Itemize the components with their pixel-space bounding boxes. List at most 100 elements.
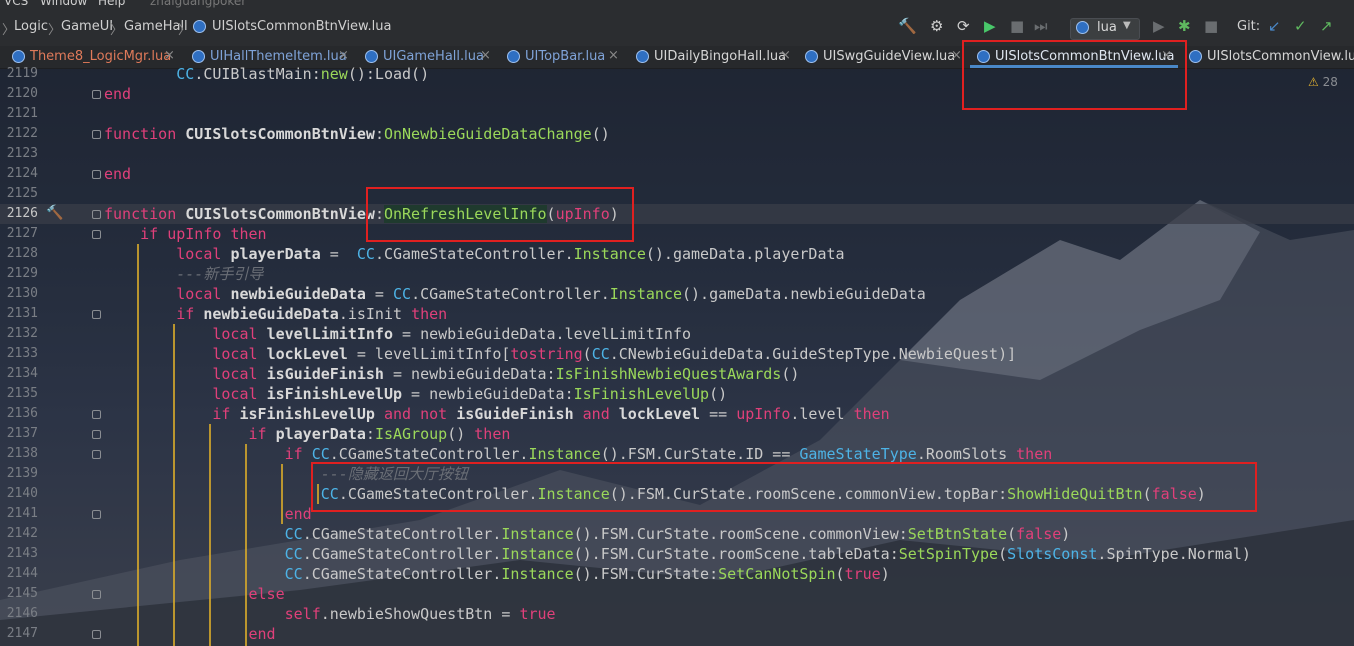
line-number: 2133 — [6, 346, 38, 361]
close-icon[interactable]: × — [608, 48, 619, 63]
main-menu-bar: VCS Window Help zhaiguangpoker — [0, 0, 1354, 8]
code-line-2138: if CC.CGameStateController.Instance().FS… — [284, 445, 1053, 463]
line-number: 2143 — [6, 546, 38, 561]
hammer-icon[interactable]: 🔨 — [46, 205, 63, 221]
lua-file-icon — [1189, 50, 1202, 63]
debug-bug-icon[interactable]: ✱ — [1178, 18, 1191, 34]
menu-help[interactable]: Help — [98, 0, 125, 8]
lua-file-icon — [192, 50, 205, 63]
line-number: 2127 — [6, 226, 38, 241]
line-number: 2126 — [6, 206, 38, 221]
run-disabled-icon[interactable]: ▶ — [1153, 18, 1165, 34]
breadcrumb-gameui[interactable]: GameUI — [61, 19, 113, 34]
line-number: 2136 — [6, 406, 38, 421]
close-icon[interactable]: × — [338, 48, 349, 63]
code-line-2134: local isGuideFinish = newbieGuideData:Is… — [212, 365, 800, 383]
attach-debugger-icon[interactable]: ⚙ — [930, 18, 943, 34]
code-line-2137: if playerData:IsAGroup() then — [248, 425, 511, 443]
line-number: 2131 — [6, 306, 38, 321]
line-number: 2134 — [6, 366, 38, 381]
line-number: 2130 — [6, 286, 38, 301]
code-line-2122: function CUISlotsCommonBtnView:OnNewbieG… — [104, 125, 610, 143]
fold-marker[interactable] — [92, 170, 101, 179]
close-icon[interactable]: × — [951, 48, 962, 63]
git-commit-icon[interactable]: ✓ — [1294, 18, 1307, 34]
line-number: 2146 — [6, 606, 38, 621]
step-icon[interactable]: ⏭ — [1034, 18, 1048, 34]
fold-marker[interactable] — [92, 410, 101, 419]
stop-icon[interactable]: ■ — [1010, 18, 1024, 34]
code-line-2141: end — [284, 505, 312, 523]
breadcrumb-file[interactable]: UISlotsCommonBtnView.lua — [212, 19, 391, 34]
fold-marker[interactable] — [92, 130, 101, 139]
warning-icon: ⚠ — [1308, 75, 1319, 89]
code-editor[interactable]: ⚠ 28 2119 2120 2121 2122 2123 2124 2125 2126 212… — [0, 65, 1354, 646]
lua-file-icon — [1076, 21, 1089, 34]
code-line-2144: CC.CGameStateController.Instance().FSM.C… — [284, 565, 890, 583]
line-number: 2119 — [6, 66, 38, 81]
line-number: 2141 — [6, 506, 38, 521]
code-line-2128: local playerData = CC.CGameStateControll… — [176, 245, 845, 263]
git-update-icon[interactable]: ↙ — [1268, 18, 1281, 34]
code-line-2136: if isFinishLevelUp and not isGuideFinish… — [212, 405, 890, 423]
git-label: Git: — [1237, 19, 1261, 34]
tab-label: Theme8_LogicMgr.lua — [30, 49, 172, 64]
fold-marker[interactable] — [92, 510, 101, 519]
line-number: 2125 — [6, 186, 38, 201]
fold-marker[interactable] — [92, 210, 101, 219]
fold-marker[interactable] — [92, 90, 101, 99]
lua-file-icon — [12, 50, 25, 63]
menu-vcs[interactable]: VCS — [4, 0, 28, 8]
run-configuration-select[interactable]: lua ▼ — [1070, 18, 1140, 40]
line-number: 2132 — [6, 326, 38, 341]
code-line-2142: CC.CGameStateController.Instance().FSM.C… — [284, 525, 1071, 543]
close-icon[interactable]: × — [164, 48, 175, 63]
line-number: 2121 — [6, 106, 38, 121]
build-hammer-icon[interactable]: 🔨 — [898, 18, 917, 34]
code-line-2124: end — [104, 165, 132, 183]
code-line-2147: end — [248, 625, 276, 643]
code-line-2120: end — [104, 85, 132, 103]
fold-marker[interactable] — [92, 590, 101, 599]
line-number: 2128 — [6, 246, 38, 261]
line-number: 2123 — [6, 146, 38, 161]
chevron-down-icon: ▼ — [1123, 20, 1131, 31]
breadcrumb-logic[interactable]: Logic — [14, 19, 48, 34]
annotation-box-method — [366, 187, 634, 242]
annotation-box-quit-button-call — [311, 462, 1257, 512]
line-number: 2147 — [6, 626, 38, 641]
code-line-2145: else — [248, 585, 285, 603]
code-line-2143: CC.CGameStateController.Instance().FSM.C… — [284, 545, 1251, 563]
run-icon[interactable]: ▶ — [984, 18, 996, 34]
stop-disabled-icon[interactable]: ■ — [1204, 18, 1218, 34]
line-number: 2124 — [6, 166, 38, 181]
inspection-widget[interactable]: ⚠ 28 — [1308, 75, 1338, 89]
code-line-2130: local newbieGuideData = CC.CGameStateCon… — [176, 285, 926, 303]
fold-marker[interactable] — [92, 230, 101, 239]
line-number: 2138 — [6, 446, 38, 461]
tab-label: UISwgGuideView.lua — [823, 49, 956, 64]
lua-file-icon — [636, 50, 649, 63]
lua-file-icon — [365, 50, 378, 63]
fold-marker[interactable] — [92, 430, 101, 439]
line-number: 2137 — [6, 426, 38, 441]
code-line-2127: if upInfo then — [140, 225, 267, 243]
rerun-icon[interactable]: ⟳ — [957, 18, 970, 34]
lua-file-icon — [805, 50, 818, 63]
fold-marker[interactable] — [92, 450, 101, 459]
menu-window[interactable]: Window — [40, 0, 87, 8]
close-icon[interactable]: × — [780, 48, 791, 63]
chevron-right-icon: 〉 — [48, 23, 62, 38]
line-number: 2140 — [6, 486, 38, 501]
project-name: zhaiguangpoker — [150, 0, 247, 8]
warning-count: 28 — [1322, 75, 1338, 89]
fold-marker[interactable] — [92, 630, 101, 639]
line-number: 2135 — [6, 386, 38, 401]
fold-marker[interactable] — [92, 310, 101, 319]
git-push-icon[interactable]: ↗ — [1320, 18, 1333, 34]
tab-label: UIHallThemeItem.lua — [210, 49, 347, 64]
chevron-right-icon: 〉 — [110, 23, 124, 38]
close-icon[interactable]: × — [480, 48, 491, 63]
tab-label: UIDailyBingoHall.lua — [654, 49, 787, 64]
lua-file-icon — [193, 20, 206, 33]
